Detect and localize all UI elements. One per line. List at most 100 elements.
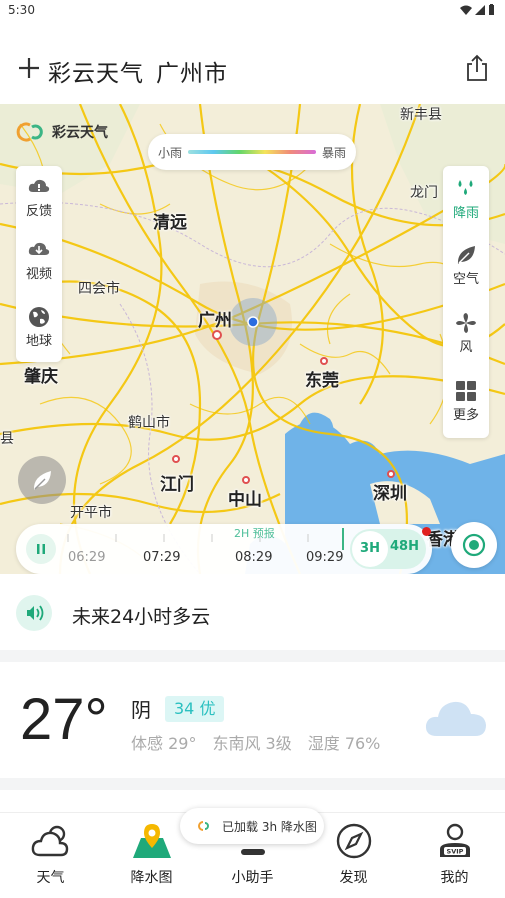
- place-label-zhaoqing: 肇庆: [24, 367, 58, 387]
- app-name: 彩云天气: [48, 61, 144, 87]
- legend-low: 小雨: [158, 145, 183, 160]
- logo-text: 彩云天气: [52, 125, 108, 141]
- precipitation-legend: 小雨 暴雨: [148, 134, 356, 170]
- cloud-icon: [425, 701, 486, 736]
- city-name: 广州市: [156, 61, 228, 87]
- place-label-guangzhou: 广州: [198, 311, 232, 331]
- layer-more-button[interactable]: 更多: [443, 380, 489, 423]
- layer-wind-label: 风: [459, 340, 473, 355]
- place-label-dongguan: 东莞: [305, 371, 339, 391]
- timeline-time: 09:29: [306, 550, 344, 565]
- feels-like: 体感 29°: [131, 734, 197, 753]
- toggle-48h[interactable]: 48H: [390, 539, 419, 554]
- toggle-3h[interactable]: 3H: [352, 531, 388, 567]
- air-quality-button[interactable]: [18, 456, 66, 504]
- layer-rain-label: 降雨: [452, 206, 479, 221]
- speaker-icon: [27, 605, 44, 621]
- condition: 阴: [131, 698, 151, 722]
- video-button[interactable]: 视频: [16, 241, 62, 282]
- map-logo: 彩云天气: [16, 122, 108, 142]
- current-weather-card[interactable]: 27° 阴 34 优 体感 29° 东南风 3级 湿度 76%: [0, 662, 505, 778]
- video-icon: [28, 242, 50, 255]
- place-label-heshan: 鹤山市: [128, 415, 170, 431]
- timeline-time: 08:29: [235, 550, 273, 565]
- place-label-qingyuan: 清远: [153, 213, 187, 233]
- nav-weather[interactable]: 天气: [0, 813, 101, 898]
- layer-air-label: 空气: [452, 272, 479, 287]
- forecast-label: 2H 预报: [234, 527, 275, 540]
- feedback-label: 反馈: [25, 204, 52, 219]
- leaf-icon: [457, 246, 475, 264]
- legend-high: 暴雨: [321, 145, 346, 160]
- place-label-kaiping: 开平市: [70, 505, 112, 521]
- aqi-badge[interactable]: 34 优: [165, 696, 225, 722]
- place-label-sihui: 四会市: [78, 281, 120, 297]
- timeline-time: 06:29: [68, 550, 106, 565]
- header: 彩云天气 广州市: [0, 22, 505, 104]
- place-label-xian: 县: [0, 431, 14, 447]
- caiyun-toast-icon: [198, 821, 209, 831]
- range-toggle[interactable]: 3H 48H: [350, 527, 431, 569]
- nav-weather-label: 天气: [36, 870, 65, 886]
- status-time: 5:30: [8, 3, 35, 17]
- timeline-ticks: [67, 534, 309, 542]
- video-label: 视频: [25, 267, 52, 282]
- forecast-summary[interactable]: 未来24小时多云: [0, 574, 505, 650]
- nav-assistant-label: 小助手: [231, 870, 274, 886]
- layer-wind-button[interactable]: 风: [443, 312, 489, 355]
- add-city-icon[interactable]: [18, 57, 40, 79]
- place-label-shenzhen: 深圳: [373, 484, 407, 504]
- summary-text: 未来24小时多云: [72, 606, 211, 628]
- share-icon[interactable]: [465, 54, 489, 82]
- new-indicator-dot: [422, 527, 431, 536]
- rain-icon: [458, 180, 473, 195]
- right-layer-panel: 降雨 空气 风 更多: [443, 166, 489, 438]
- feedback-button[interactable]: 反馈: [16, 178, 62, 219]
- nav-discover-label: 发现: [339, 870, 368, 886]
- place-label-longmen: 龙门: [410, 185, 438, 201]
- locate-button[interactable]: [451, 522, 497, 568]
- weather-icon: [31, 825, 68, 857]
- pause-icon: [37, 544, 45, 554]
- toast-message: 已加载 3h 降水图: [180, 808, 324, 844]
- place-label-jiangmen: 江门: [160, 475, 194, 495]
- layer-air-button[interactable]: 空气: [443, 244, 489, 287]
- page-title[interactable]: 彩云天气 广州市: [48, 54, 228, 88]
- status-icons: [460, 4, 495, 15]
- timeline-current-marker: [342, 528, 344, 550]
- profile-icon: SVIP: [439, 823, 470, 857]
- wind-icon: [456, 313, 476, 333]
- globe-label: 地球: [25, 334, 52, 349]
- leaf-float-icon: [33, 471, 51, 490]
- signal-icon: [475, 4, 485, 15]
- svg-text:SVIP: SVIP: [446, 848, 463, 856]
- radar-map[interactable]: 新丰县 龙门 清远 四会市 广州 肇庆 东莞 鹤山市 县 江门 中山 深圳 开平…: [0, 104, 505, 574]
- pause-button[interactable]: [26, 534, 56, 564]
- globe-icon: [29, 307, 49, 327]
- left-tool-panel: 反馈 视频 地球: [16, 166, 62, 362]
- radar-timeline[interactable]: 2H 预报 06:29 07:29 08:29 09:29 3H 48H: [16, 524, 432, 574]
- speaker-button[interactable]: [16, 595, 52, 631]
- place-label-zhongshan: 中山: [228, 490, 262, 510]
- nav-precip-map-label: 降水图: [130, 870, 173, 886]
- toast-text: 已加载 3h 降水图: [222, 820, 317, 834]
- grid-icon: [456, 381, 476, 401]
- layer-rain-button[interactable]: 降雨: [443, 178, 489, 221]
- locate-icon: [462, 533, 486, 557]
- wifi-icon: [460, 5, 472, 15]
- place-label-xinfeng: 新丰县: [400, 107, 442, 123]
- legend-gradient: [188, 150, 316, 154]
- feedback-icon: [28, 179, 50, 192]
- status-bar: 5:30: [0, 0, 505, 22]
- layer-more-label: 更多: [452, 408, 479, 423]
- globe-button[interactable]: 地球: [16, 306, 62, 349]
- humidity: 湿度 76%: [307, 734, 381, 753]
- timeline-time: 07:29: [143, 550, 181, 565]
- map-pin-icon: [132, 824, 171, 858]
- nav-profile[interactable]: SVIP 我的: [404, 813, 505, 898]
- compass-icon: [336, 823, 371, 859]
- caiyun-logo-icon: [16, 122, 43, 142]
- nav-profile-label: 我的: [440, 870, 469, 886]
- wind: 东南风 3级: [212, 734, 292, 753]
- battery-icon: [489, 4, 494, 15]
